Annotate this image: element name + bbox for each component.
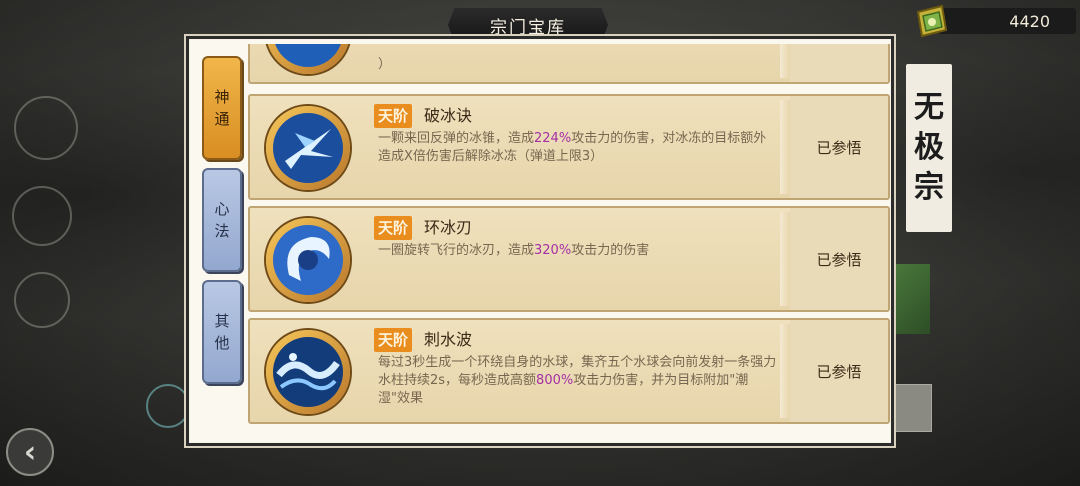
background-leaf-decoration <box>890 264 930 334</box>
skill-description: 每过3秒生成一个环绕自身的水球，集齐五个水球会向前发射一条强力水柱持续2s，每秒… <box>378 354 778 408</box>
card-divider <box>780 44 790 78</box>
skill-description: ） <box>378 56 778 74</box>
skill-name: 环冰刃 <box>424 218 473 237</box>
tab-shentong[interactable]: 神 通 <box>202 56 242 160</box>
skill-name: 刺水波 <box>424 330 473 349</box>
desc-highlight-value: 800% <box>536 373 574 388</box>
skill-status: 已参悟 <box>790 320 888 422</box>
jade-token-icon <box>916 4 948 38</box>
skill-card[interactable]: ） <box>248 44 890 84</box>
water-wave-icon <box>266 330 350 414</box>
desc-highlight-value: 320% <box>534 243 572 258</box>
tab-label-char: 法 <box>214 222 230 240</box>
ice-shard-icon <box>266 106 350 190</box>
tier-badge: 天阶 <box>374 328 413 352</box>
sect-name-char: 宗 <box>914 170 944 205</box>
side-decoration-ring <box>12 186 72 246</box>
tab-label-char: 其 <box>214 312 230 330</box>
desc-text: ） <box>378 57 392 72</box>
currency-amount: 4420 <box>938 8 1076 34</box>
card-divider <box>780 324 790 418</box>
card-divider <box>780 100 790 194</box>
tab-label-char: 神 <box>214 88 230 106</box>
ice-orb-icon <box>266 44 350 74</box>
ice-ring-blade-icon <box>266 218 350 302</box>
skill-card[interactable]: 天阶 环冰刃 一圈旋转飞行的冰刃，造成320%攻击力的伤害 已参悟 <box>248 206 890 312</box>
category-tabs: 神 通 心 法 其 他 <box>202 56 246 392</box>
currency-display: 4420 <box>912 4 1078 38</box>
skill-description: 一圈旋转飞行的冰刃，造成320%攻击力的伤害 <box>378 242 778 260</box>
skill-description: 一颗来回反弹的冰锥，造成224%攻击力的伤害，对冰冻的目标额外造成X倍伤害后解除… <box>378 130 778 166</box>
tab-xinfa[interactable]: 心 法 <box>202 168 242 272</box>
tab-label-char: 通 <box>214 110 230 128</box>
sect-name-char: 无 <box>914 90 944 125</box>
desc-text: 攻击力的伤害 <box>571 243 650 258</box>
skill-name: 破冰诀 <box>424 106 473 125</box>
tab-qita[interactable]: 其 他 <box>202 280 242 384</box>
chevron-left-icon: ‹ <box>23 434 37 470</box>
tab-label-char: 心 <box>214 200 230 218</box>
panel-body: 神 通 心 法 其 他 ） 天阶 破冰诀 一颗来回反弹的冰锥，造成224%攻击力… <box>190 40 890 442</box>
skill-list[interactable]: ） 天阶 破冰诀 一颗来回反弹的冰锥，造成224%攻击力的伤害，对冰冻的目标额外… <box>248 44 890 444</box>
desc-highlight-value: 224% <box>534 131 572 146</box>
tier-badge: 天阶 <box>374 104 413 128</box>
back-button[interactable]: ‹ <box>6 428 54 476</box>
skill-status: 已参悟 <box>790 96 888 198</box>
sect-name-char: 极 <box>914 130 944 165</box>
tab-label-char: 他 <box>214 334 230 352</box>
side-decoration-ring <box>14 272 70 328</box>
tier-badge: 天阶 <box>374 216 413 240</box>
card-divider <box>780 212 790 306</box>
desc-text: 一颗来回反弹的冰锥，造成 <box>378 131 535 146</box>
side-decoration-ring <box>14 96 78 160</box>
sect-name-banner: 无 极 宗 <box>906 64 952 232</box>
skill-card[interactable]: 天阶 刺水波 每过3秒生成一个环绕自身的水球，集齐五个水球会向前发射一条强力水柱… <box>248 318 890 424</box>
skill-status <box>790 44 888 82</box>
skill-status: 已参悟 <box>790 208 888 310</box>
desc-text: 一圈旋转飞行的冰刃，造成 <box>378 243 535 258</box>
skill-card[interactable]: 天阶 破冰诀 一颗来回反弹的冰锥，造成224%攻击力的伤害，对冰冻的目标额外造成… <box>248 94 890 200</box>
treasury-panel: 神 通 心 法 其 他 ） 天阶 破冰诀 一颗来回反弹的冰锥，造成224%攻击力… <box>184 34 896 448</box>
